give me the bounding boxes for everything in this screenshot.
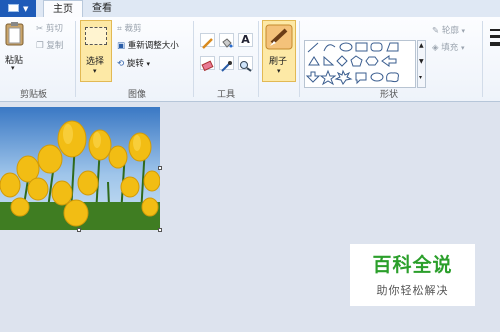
image-group-label: 图像	[128, 90, 147, 100]
arrow-right-shape-icon	[381, 55, 397, 67]
size-button[interactable]	[488, 27, 500, 57]
selection-icon	[85, 27, 107, 45]
resize-handle-bottom[interactable]	[77, 228, 81, 232]
line-shape-icon	[307, 42, 319, 53]
resize-label: 重新调整大小	[127, 41, 179, 51]
fill-button[interactable]: ◈ 填充 ▾	[432, 41, 464, 53]
rotate-button[interactable]: ⟲ 旋转 ▾	[117, 57, 150, 69]
oval-callout-shape-icon	[370, 72, 384, 82]
star-shape-icon	[319, 69, 337, 86]
star-six-shape-icon	[334, 69, 353, 85]
rotate-icon: ⟲	[117, 59, 125, 69]
shapes-group-label: 形状	[380, 90, 399, 100]
ribbon: 粘贴 ▾ ✂ 剪切 ❐ 复制 剪贴板 选择 ▾ ⌗ 裁剪 ▣ 重新调整大小 ⟲ …	[0, 17, 500, 102]
paste-button[interactable]: 粘贴 ▾	[2, 21, 28, 75]
arrow-down-shape-icon	[305, 71, 321, 83]
rotate-label: 旋转	[126, 59, 144, 69]
magnifier-icon[interactable]	[238, 56, 253, 72]
brushes-button[interactable]: 刷子 ▾	[262, 20, 296, 82]
resize-handle-right[interactable]	[158, 166, 162, 170]
resize-icon: ▣	[117, 41, 126, 51]
text-tool-icon[interactable]: A	[238, 33, 253, 47]
divider	[482, 21, 483, 97]
cut-button[interactable]: ✂ 剪切	[36, 22, 63, 34]
divider	[258, 21, 259, 97]
chevron-up-icon: ▲	[419, 42, 424, 49]
tab-view[interactable]: 查看	[84, 0, 120, 17]
outline-icon: ✎	[432, 26, 440, 36]
shapes-gallery-icons	[305, 42, 399, 86]
rounded-rectangle-shape-icon	[370, 42, 383, 52]
cut-label: 剪切	[45, 24, 63, 34]
callout-shape-icon	[355, 72, 367, 85]
resize-button[interactable]: ▣ 重新调整大小	[117, 39, 179, 51]
outline-button[interactable]: ✎ 轮廓 ▾	[432, 24, 465, 36]
crop-button[interactable]: ⌗ 裁剪	[117, 22, 142, 34]
rectangle-shape-icon	[355, 42, 368, 52]
scissors-icon: ✂	[36, 24, 44, 34]
fill-icon: ◈	[432, 43, 439, 53]
copy-icon: ❐	[36, 41, 44, 51]
tab-bar: ▼ 主页 查看	[0, 0, 500, 19]
chevron-down-icon: ▾	[93, 67, 97, 75]
outline-label: 轮廓	[441, 26, 459, 36]
watermark-title: 百科全说	[372, 254, 453, 276]
chevron-down-icon: ▼	[419, 58, 424, 65]
hexagon-shape-icon	[365, 56, 379, 66]
right-triangle-shape-icon	[323, 55, 335, 66]
chevron-down-icon: ▾	[277, 67, 281, 75]
chevron-down-icon: ▼	[23, 5, 29, 13]
eraser-icon[interactable]	[200, 56, 215, 72]
app-menu-icon	[8, 4, 19, 12]
pentagon-shape-icon	[350, 55, 363, 67]
polygon-shape-icon	[386, 42, 399, 52]
watermark-subtitle: 助你轻松解决	[376, 284, 449, 297]
oval-shape-icon	[339, 42, 353, 52]
shapes-scrollbar[interactable]: ▲ ▼ ▾	[417, 40, 426, 88]
app-menu-button[interactable]: ▼	[0, 0, 36, 17]
tools-group-label: 工具	[217, 90, 236, 100]
pencil-icon[interactable]	[200, 33, 215, 49]
tulip-photo	[0, 120, 160, 230]
crop-label: 裁剪	[124, 24, 142, 34]
chevron-down-icon: ▾	[146, 60, 151, 68]
chevron-down-icon: ▾	[461, 27, 466, 35]
watermark-logo: 百科全说 助你轻松解决	[350, 244, 475, 306]
tulip-image[interactable]	[0, 107, 160, 230]
divider	[75, 21, 76, 97]
chevron-down-icon: ▾	[460, 44, 465, 52]
select-button[interactable]: 选择 ▾	[80, 20, 112, 82]
select-label: 选择	[86, 57, 105, 67]
cloud-callout-shape-icon	[386, 72, 399, 83]
clipboard-icon	[5, 22, 24, 46]
fill-bucket-icon[interactable]	[219, 33, 234, 48]
shapes-gallery	[304, 40, 416, 88]
fill-label: 填充	[441, 43, 459, 53]
diamond-shape-icon	[336, 55, 348, 67]
copy-button[interactable]: ❐ 复制	[36, 39, 63, 51]
divider	[299, 21, 300, 97]
copy-label: 复制	[46, 41, 64, 51]
expand-icon: ▾	[419, 74, 423, 81]
brushes-label: 刷子	[269, 57, 288, 67]
curve-shape-icon	[323, 44, 336, 52]
triangle-shape-icon	[308, 56, 320, 66]
color-picker-icon[interactable]	[219, 56, 234, 72]
clipboard-group-label: 剪贴板	[20, 90, 48, 100]
brush-icon	[265, 24, 293, 50]
chevron-down-icon: ▾	[11, 64, 15, 72]
divider	[193, 21, 194, 97]
resize-handle-corner[interactable]	[158, 228, 162, 232]
crop-icon: ⌗	[117, 24, 122, 34]
